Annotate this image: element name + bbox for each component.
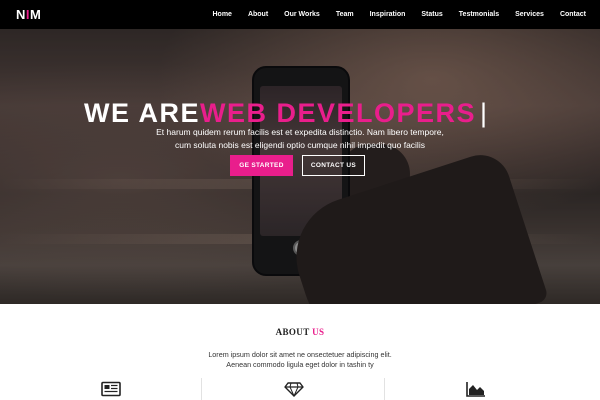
hero-subtitle: Et harum quidem rerum facilis est et exp… [120,126,480,152]
headline-pink-text: WEB DEVELOPERS [200,98,477,128]
area-chart-icon [466,382,485,397]
nav-testimonials[interactable]: Testmonials [459,11,499,18]
nav-inspiration[interactable]: Inspiration [370,11,406,18]
nav-home[interactable]: Home [213,11,232,18]
site-logo[interactable]: NIM [16,7,41,22]
logo-letter-m: M [30,7,42,22]
nav-our-works[interactable]: Our Works [284,11,320,18]
contact-us-button[interactable]: CONTACT US [302,155,365,176]
hero-headline: WE AREWEB DEVELOPERS | [84,97,489,129]
hero-subtitle-line: cum soluta nobis est eligendi optio cumq… [175,140,425,150]
about-description: Lorem ipsum dolor sit amet ne onsectetue… [150,350,450,370]
feature-divider [201,378,202,400]
about-text-line: Aenean commodo ligula eget dolor in tash… [226,360,374,369]
nav-team[interactable]: Team [336,11,354,18]
feature-divider [384,378,385,400]
about-title-main: ABOUT [275,327,310,337]
hero-section: WE AREWEB DEVELOPERS | Et harum quidem re… [0,29,600,304]
hero-overlay [0,29,600,304]
hero-subtitle-line: Et harum quidem rerum facilis est et exp… [156,127,444,137]
newspaper-icon [101,381,121,397]
nav-services[interactable]: Services [515,11,544,18]
nav-contact[interactable]: Contact [560,11,586,18]
about-title: ABOUT US [0,327,600,337]
main-nav: Home About Our Works Team Inspiration St… [197,0,587,29]
about-text-line: Lorem ipsum dolor sit amet ne onsectetue… [208,350,392,359]
headline-white-text: WE ARE [84,98,200,128]
get-started-button[interactable]: GE STARTED [230,155,293,176]
nav-about[interactable]: About [248,11,268,18]
logo-letter-n: N [16,7,26,22]
nav-status[interactable]: Status [421,11,442,18]
about-title-accent: US [312,327,325,337]
diamond-icon [284,382,304,397]
typing-cursor: | [480,98,489,128]
navbar: NIM Home About Our Works Team Inspiratio… [0,0,600,29]
